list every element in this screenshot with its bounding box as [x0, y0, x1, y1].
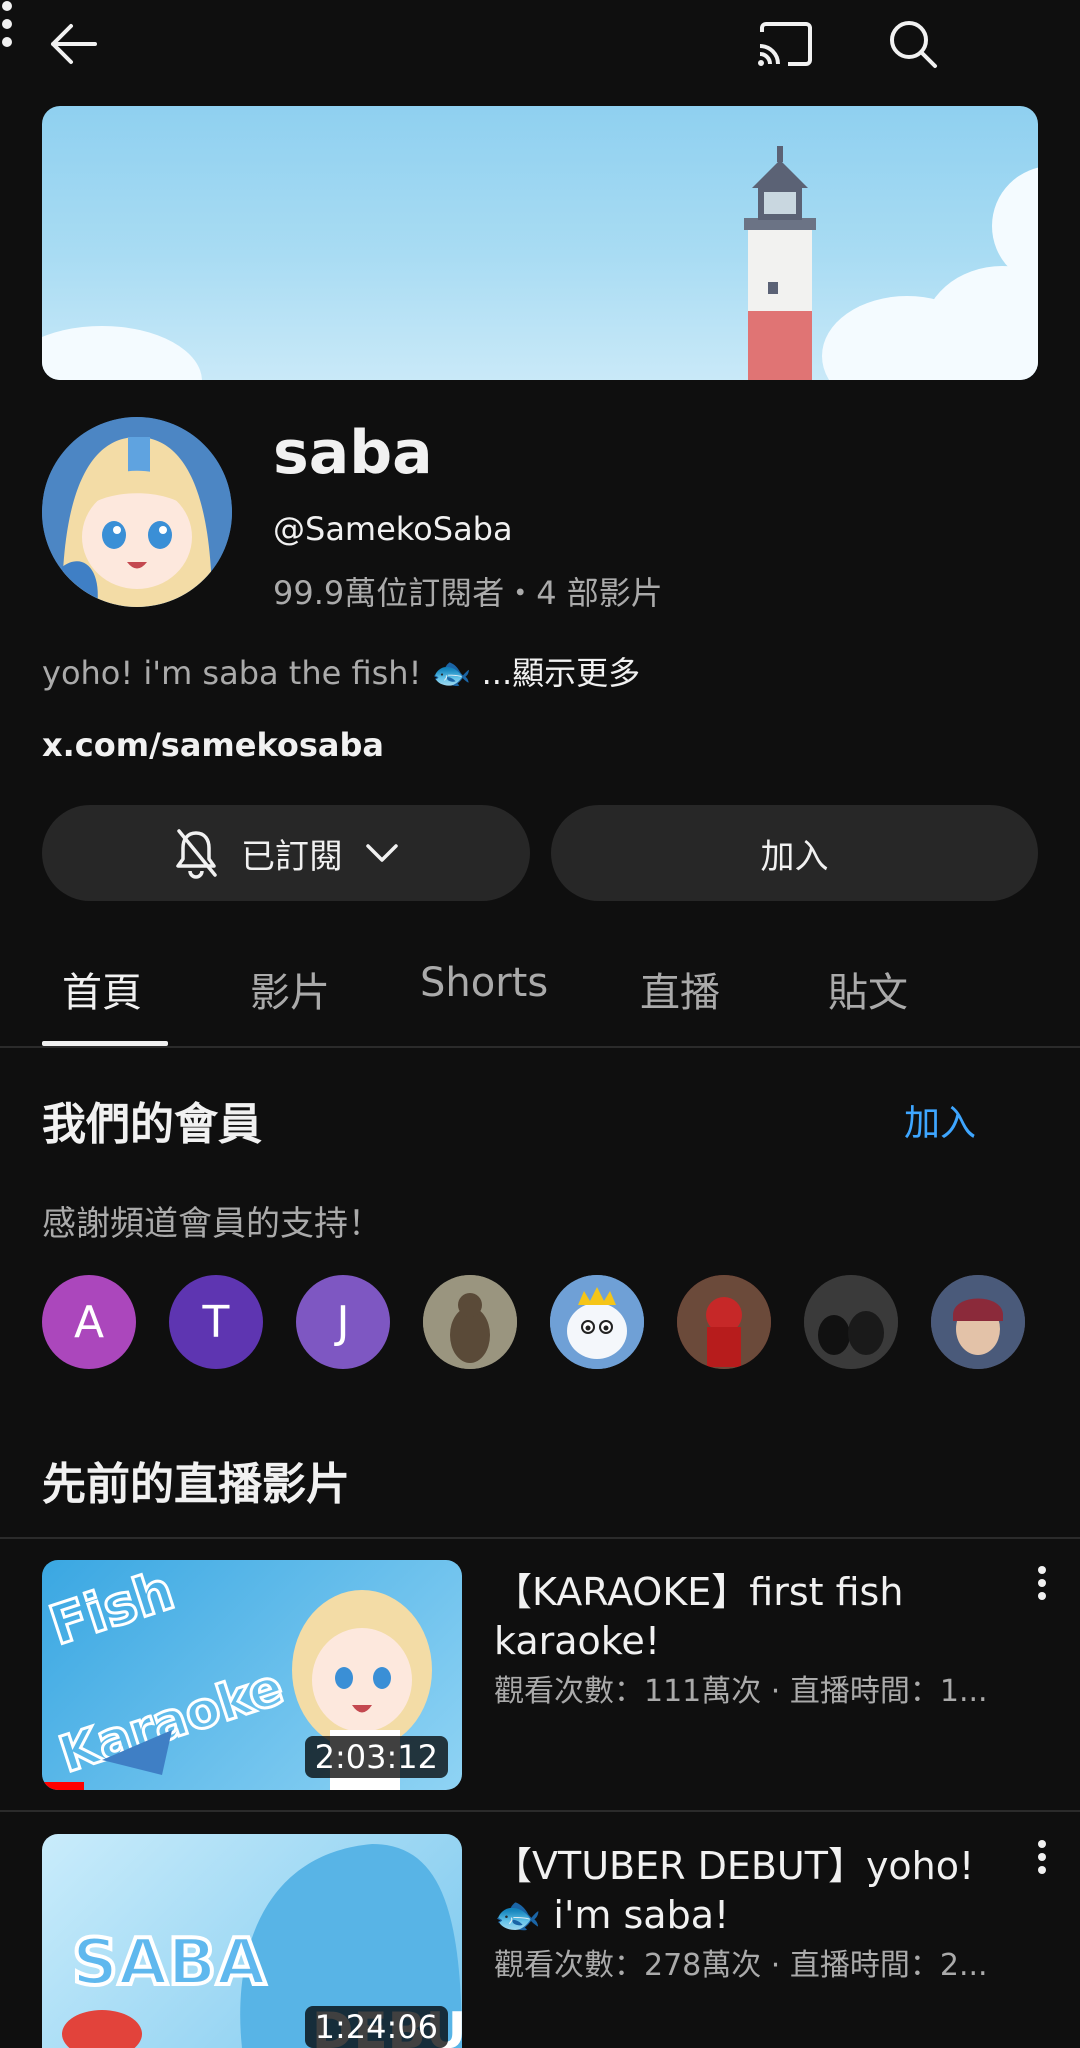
- search-icon: [890, 21, 937, 68]
- more-options-button[interactable]: [0, 0, 14, 48]
- members-section-title: 我們的會員: [42, 1099, 262, 1150]
- dark-group-avatar: [804, 1275, 898, 1369]
- channel-tabs: 首頁 影片 Shorts 直播 貼文: [0, 920, 1080, 1048]
- video-title[interactable]: 【KARAOKE】first fish karaoke!: [494, 1568, 1014, 1666]
- tab-home[interactable]: 首頁: [62, 960, 142, 1018]
- cartoon-king-avatar: [550, 1275, 644, 1369]
- otter-photo: [423, 1275, 517, 1369]
- top-app-bar: [0, 0, 1080, 90]
- watch-progress-bar: [42, 1782, 84, 1790]
- more-vert-icon: [1038, 1840, 1046, 1874]
- video-thumbnail[interactable]: Fish Karaoke 2:03:12: [42, 1560, 462, 1790]
- channel-name: saba: [273, 418, 433, 488]
- bell-off-icon: [176, 829, 217, 879]
- video-more-button[interactable]: [1024, 1832, 1060, 1882]
- video-more-button[interactable]: [1024, 1558, 1060, 1608]
- tab-shorts[interactable]: Shorts: [420, 960, 548, 1006]
- video-item[interactable]: Fish Karaoke 2:03:12 【KARAOKE】first fish…: [0, 1540, 1080, 1810]
- cast-icon: [758, 22, 812, 66]
- join-button[interactable]: 加入: [551, 805, 1038, 901]
- video-meta: 觀看次數：111萬次 · 直播時間：1...: [494, 1674, 988, 1709]
- video-thumbnail[interactable]: SABA DEBU 1:24:06: [42, 1834, 462, 2048]
- video-duration: 2:03:12: [304, 1736, 448, 1778]
- video-item[interactable]: SABA DEBU 1:24:06 【VTUBER DEBUT】yoho! 🐟 …: [0, 1814, 1080, 2048]
- person-photo-avatar: [931, 1275, 1025, 1369]
- past-streams-title: 先前的直播影片: [42, 1459, 350, 1510]
- arrow-left-icon: [51, 24, 97, 64]
- member-avatar[interactable]: [931, 1275, 1025, 1369]
- show-more-link[interactable]: ...顯示更多: [482, 654, 641, 692]
- search-button[interactable]: [880, 14, 946, 74]
- members-join-link[interactable]: 加入: [904, 1094, 976, 1146]
- red-character-avatar: [677, 1275, 771, 1369]
- chevron-down-icon: [366, 844, 398, 862]
- section-divider: [0, 1810, 1080, 1812]
- subscribed-button[interactable]: 已訂閱: [42, 805, 530, 901]
- channel-stats: 99.9萬位訂閱者・4 部影片: [273, 574, 663, 612]
- channel-avatar[interactable]: [42, 417, 232, 607]
- svg-text:Fish: Fish: [42, 1560, 181, 1657]
- svg-text:Karaoke: Karaoke: [52, 1657, 290, 1784]
- active-tab-indicator: [42, 1041, 168, 1046]
- member-avatar[interactable]: T: [169, 1275, 263, 1369]
- subscribed-label: 已訂閱: [241, 836, 343, 877]
- member-avatar[interactable]: J: [296, 1275, 390, 1369]
- lighthouse-illustration: [744, 146, 816, 380]
- tab-videos[interactable]: 影片: [250, 960, 330, 1018]
- member-avatars: A T J: [42, 1275, 1042, 1369]
- member-avatar[interactable]: [677, 1275, 771, 1369]
- video-title[interactable]: 【VTUBER DEBUT】yoho! 🐟 i'm saba!: [494, 1842, 1014, 1940]
- channel-external-link[interactable]: x.com/samekosaba: [42, 726, 384, 764]
- description-text: yoho! i'm saba the fish! 🐟: [42, 654, 482, 692]
- member-avatar[interactable]: [423, 1275, 517, 1369]
- more-vert-icon: [2, 1, 12, 47]
- video-duration: 1:24:06: [304, 2006, 448, 2048]
- back-button[interactable]: [38, 14, 108, 74]
- section-divider: [0, 1537, 1080, 1539]
- video-meta: 觀看次數：278萬次 · 直播時間：2...: [494, 1948, 988, 1983]
- avatar-illustration: [42, 417, 232, 607]
- member-avatar[interactable]: A: [42, 1275, 136, 1369]
- more-vert-icon: [1038, 1566, 1046, 1600]
- members-section-subtitle: 感謝頻道會員的支持！: [42, 1204, 382, 1244]
- cast-button[interactable]: [752, 14, 818, 74]
- join-label: 加入: [760, 836, 829, 877]
- channel-banner: [42, 106, 1038, 380]
- channel-handle: @SamekoSaba: [273, 510, 513, 548]
- member-avatar[interactable]: [804, 1275, 898, 1369]
- svg-text:SABA: SABA: [72, 1926, 266, 2000]
- tab-live[interactable]: 直播: [640, 960, 720, 1018]
- member-avatar[interactable]: [550, 1275, 644, 1369]
- channel-description[interactable]: yoho! i'm saba the fish! 🐟 ...顯示更多: [42, 648, 640, 694]
- tab-posts[interactable]: 貼文: [828, 960, 908, 1018]
